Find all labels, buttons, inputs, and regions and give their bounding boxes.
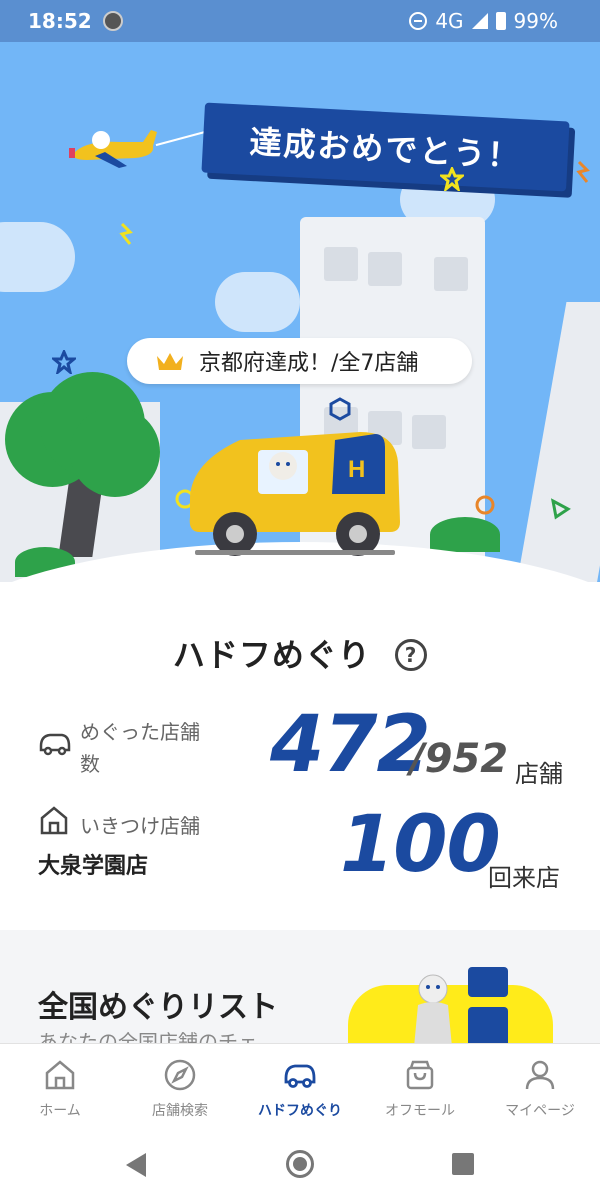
nav-my-page[interactable]: マイページ bbox=[480, 1044, 600, 1133]
crown-icon bbox=[157, 353, 183, 370]
battery-percent: 99% bbox=[513, 9, 558, 33]
nationwide-list-card[interactable]: 全国めぐりリスト あなたの全国店舗のチェ bbox=[0, 930, 600, 1045]
triangle-icon bbox=[550, 498, 571, 520]
nav-hadofu-meguri-label: ハドフめぐり bbox=[258, 1103, 342, 1119]
bottom-navigation: ホーム 店舗検索 ハドフめぐり オフモール マイページ bbox=[0, 1043, 600, 1133]
home-button-icon[interactable] bbox=[286, 1150, 314, 1178]
status-time: 18:52 bbox=[28, 9, 92, 33]
promo-illustration bbox=[348, 967, 553, 1045]
hexagon-icon bbox=[329, 397, 351, 421]
car-logo: H bbox=[348, 456, 365, 483]
lightning-icon bbox=[119, 222, 133, 245]
star-icon bbox=[440, 167, 464, 191]
stats-section: ハドフめぐり ? めぐった店舗 数 472 /952 店舗 いきつけ店舗 大泉学… bbox=[0, 582, 600, 930]
building-right bbox=[513, 302, 600, 582]
total-stores: /952 bbox=[410, 736, 509, 782]
car-outline-icon bbox=[39, 733, 71, 756]
tree-canopy bbox=[70, 407, 160, 497]
banner-rope bbox=[155, 129, 210, 147]
mascot-illustration bbox=[414, 967, 508, 1045]
network-type: 4G bbox=[435, 9, 464, 33]
home-outline-icon bbox=[40, 806, 68, 835]
visits-unit: 回来店 bbox=[488, 864, 560, 892]
favorite-visit-count: 100 bbox=[340, 800, 501, 890]
cloud-decoration bbox=[0, 222, 75, 292]
do-not-disturb-icon bbox=[409, 12, 428, 30]
battery-icon bbox=[495, 12, 506, 30]
favorite-label: いきつけ店舗 bbox=[80, 814, 200, 838]
achievement-badge: 京都府達成！/全7店舗 bbox=[127, 338, 472, 384]
status-indicators: 4G 99% bbox=[409, 9, 558, 33]
section-title: ハドフめぐり ? bbox=[0, 630, 600, 676]
congrats-text: 達成おめでとう！ bbox=[248, 122, 523, 176]
list-title: 全国めぐりリスト bbox=[38, 990, 278, 1025]
car-illustration: H bbox=[189, 432, 400, 556]
lightning-icon bbox=[576, 160, 590, 183]
shopping-bag-icon bbox=[406, 1060, 434, 1090]
back-icon[interactable] bbox=[126, 1153, 146, 1177]
circle-icon bbox=[475, 495, 495, 515]
section-title-text: ハドフめぐり bbox=[172, 636, 371, 674]
favorite-store-name: 大泉学園店 bbox=[38, 854, 149, 879]
recent-apps-icon[interactable] bbox=[452, 1153, 474, 1175]
nav-off-mall-label: オフモール bbox=[385, 1103, 455, 1119]
bush bbox=[430, 517, 500, 552]
nav-store-search[interactable]: 店舗検索 bbox=[120, 1044, 240, 1133]
nav-my-page-label: マイページ bbox=[505, 1103, 575, 1119]
compass-icon bbox=[164, 1059, 196, 1091]
visited-label-suffix: 数 bbox=[80, 752, 100, 776]
congrats-banner: 達成おめでとう！ bbox=[201, 102, 570, 192]
person-icon bbox=[525, 1060, 555, 1090]
home-icon bbox=[45, 1060, 75, 1090]
nav-store-search-label: 店舗検索 bbox=[152, 1103, 208, 1119]
signal-icon bbox=[471, 13, 488, 29]
nav-off-mall[interactable]: オフモール bbox=[360, 1044, 480, 1133]
notification-avatar-icon bbox=[103, 11, 123, 31]
nav-home-label: ホーム bbox=[39, 1103, 81, 1119]
car-icon bbox=[284, 1064, 316, 1088]
system-navigation-bar bbox=[0, 1133, 600, 1200]
star-icon bbox=[52, 350, 76, 374]
cloud-decoration bbox=[215, 272, 300, 332]
visited-count: 472 bbox=[270, 700, 431, 790]
stores-unit: 店舗 bbox=[515, 760, 563, 788]
status-bar: 18:52 4G 99% bbox=[0, 0, 600, 42]
visited-label: めぐった店舗 bbox=[80, 720, 200, 744]
help-icon[interactable]: ? bbox=[395, 639, 428, 671]
achievement-text: 京都府達成！/全7店舗 bbox=[199, 351, 419, 376]
nav-home[interactable]: ホーム bbox=[0, 1044, 120, 1133]
nav-hadofu-meguri[interactable]: ハドフめぐり bbox=[240, 1044, 360, 1133]
achievement-hero: 達成おめでとう！ H 京都府達成！/全7店舗 bbox=[0, 42, 600, 582]
airplane-illustration bbox=[69, 130, 157, 168]
